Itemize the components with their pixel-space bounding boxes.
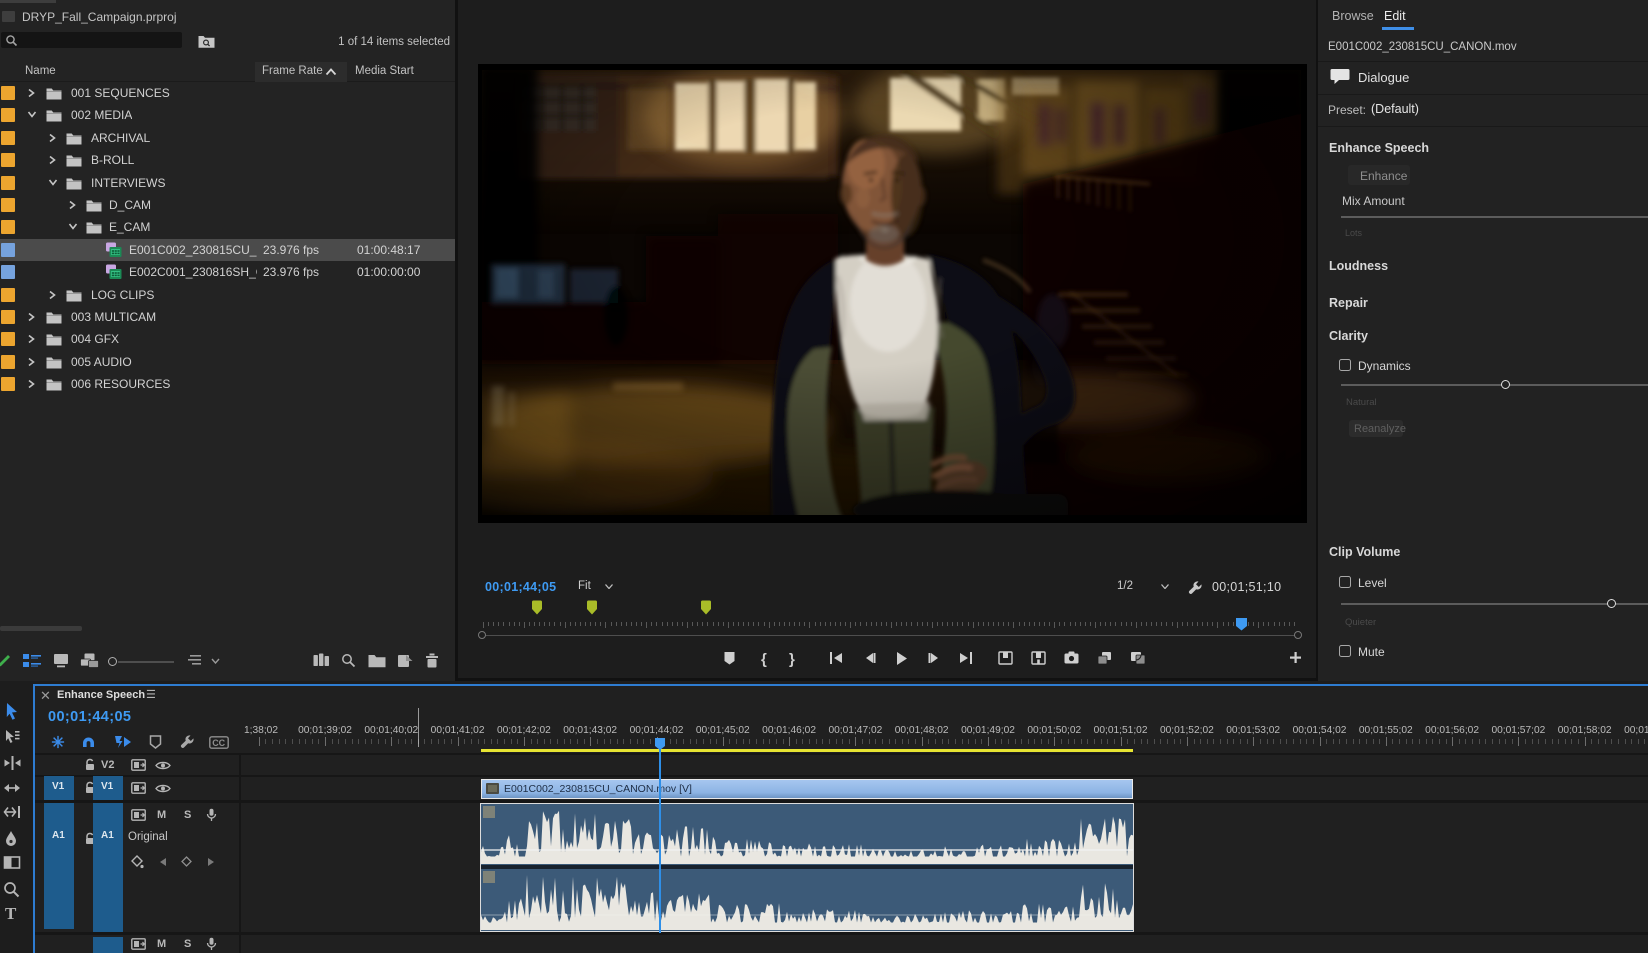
svg-text:T: T	[5, 905, 17, 922]
svg-text:CC: CC	[212, 738, 225, 748]
